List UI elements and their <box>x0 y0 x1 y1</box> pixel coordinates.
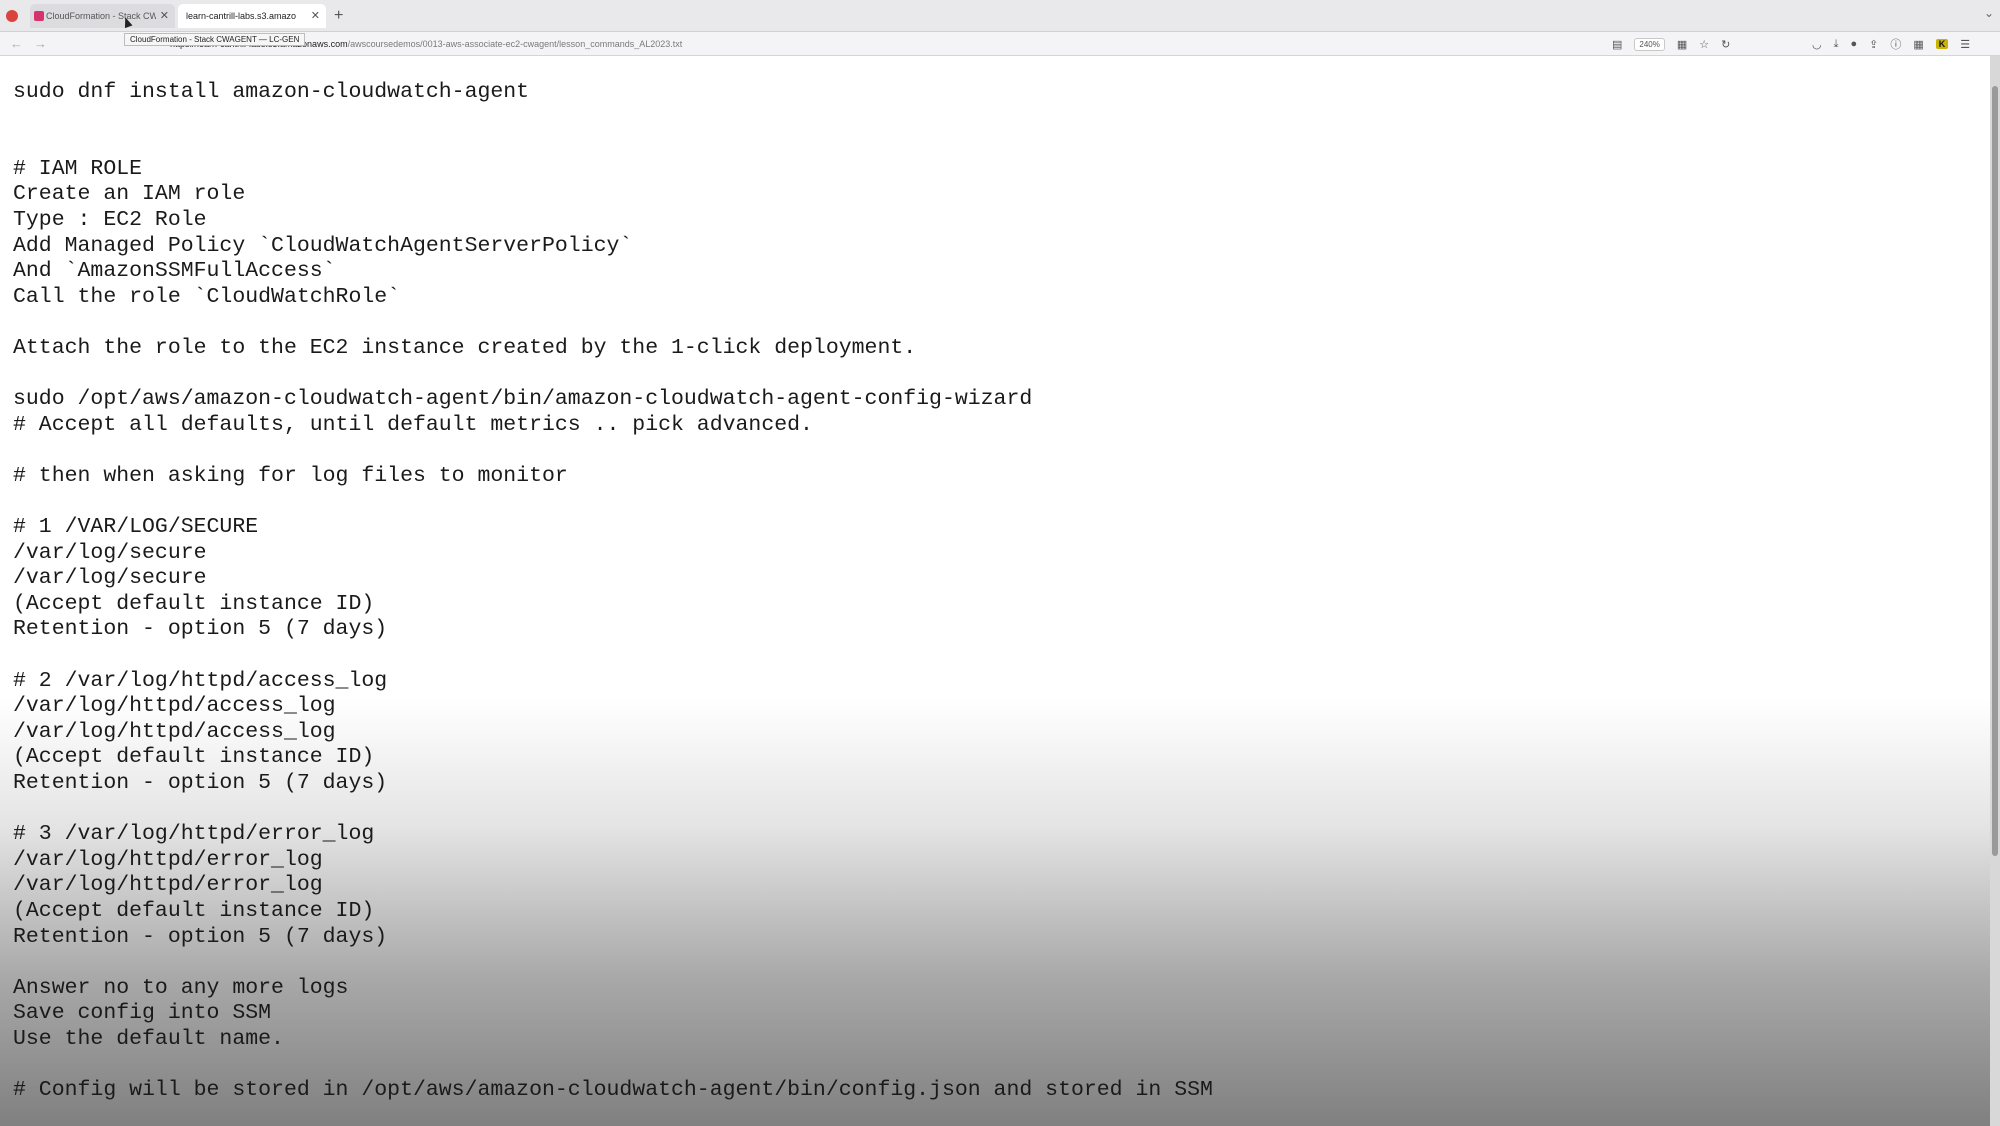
info-icon[interactable]: ⓘ <box>1890 36 1901 52</box>
tab-label: learn-cantrill-labs.s3.amazonaws.com <box>186 11 296 21</box>
pocket-icon[interactable]: ◡ <box>1812 38 1822 51</box>
text-line <box>13 106 1990 132</box>
text-line: sudo dnf install amazon-cloudwatch-agent <box>13 80 530 104</box>
text-line: /var/log/secure <box>13 566 207 591</box>
new-tab-button[interactable]: + <box>334 4 343 28</box>
reload-icon[interactable]: ↻ <box>1721 38 1730 51</box>
text-line: Type : EC2 Role <box>13 207 207 232</box>
app-menu-icon[interactable] <box>6 10 18 22</box>
text-document: sudo dnf install amazon-cloudwatch-agent… <box>0 56 1990 1104</box>
tab-label: CloudFormation - Stack CWAGENT <box>46 11 156 21</box>
text-line <box>13 950 1990 976</box>
text-line: # 2 /var/log/httpd/access_log <box>13 668 388 693</box>
text-line: Use the default name. <box>13 1026 284 1051</box>
text-line: # then when asking for log files to moni… <box>13 463 568 488</box>
text-line <box>13 797 1990 823</box>
text-line: Attach the role to the EC2 instance crea… <box>13 335 917 360</box>
scrollbar-thumb[interactable] <box>1992 86 1998 856</box>
account-icon[interactable]: ● <box>1850 38 1857 50</box>
text-line: Save config into SSM <box>13 1001 272 1026</box>
text-line <box>13 310 1990 336</box>
extensions-grid-icon[interactable]: ▦ <box>1677 38 1687 51</box>
tab-cloudformation[interactable]: CloudFormation - Stack CWAGENT ✕ <box>30 4 175 28</box>
reader-view-icon[interactable]: ▤ <box>1612 38 1622 51</box>
close-tab-icon[interactable]: ✕ <box>311 4 320 28</box>
text-line: # Config will be stored in /opt/aws/amaz… <box>13 1078 1213 1103</box>
page-toolbar: ▤ 240% ▦ ☆ ↻ <box>1612 32 1730 56</box>
text-line: (Accept default instance ID) <box>13 899 375 923</box>
tab-bar: CloudFormation - Stack CWAGENT ✕ learn-c… <box>0 0 2000 32</box>
extension-icon[interactable]: K <box>1935 39 1949 49</box>
tab-learn-cantrill-labs[interactable]: learn-cantrill-labs.s3.amazonaws.com ✕ <box>178 4 326 28</box>
text-line: Answer no to any more logs <box>13 975 349 1000</box>
text-line: /var/log/httpd/error_log <box>13 873 323 898</box>
text-line: (Accept default instance ID) <box>13 591 375 616</box>
cloudformation-favicon-icon <box>34 11 44 21</box>
share-icon[interactable]: ⇪ <box>1869 38 1878 51</box>
close-tab-icon[interactable]: ✕ <box>160 4 169 28</box>
text-line: Call the role `CloudWatchRole` <box>13 284 401 309</box>
text-line <box>13 131 1990 157</box>
text-line: /var/log/httpd/access_log <box>13 694 336 719</box>
text-line: # 1 /VAR/LOG/SECURE <box>13 515 259 540</box>
back-arrow-icon[interactable]: ← <box>10 32 23 56</box>
zoom-level-button[interactable]: 240% <box>1634 37 1665 51</box>
url-path: /awscoursedemos/0013-aws-associate-ec2-c… <box>347 39 683 49</box>
text-line: # 3 /var/log/httpd/error_log <box>13 822 375 847</box>
text-line: # IAM ROLE <box>13 156 143 181</box>
apps-grid-icon[interactable]: ▦ <box>1913 38 1923 51</box>
text-line: /var/log/httpd/error_log <box>13 847 323 872</box>
forward-arrow-icon[interactable]: → <box>34 32 47 56</box>
page-content: sudo dnf install amazon-cloudwatch-agent… <box>0 56 1990 1126</box>
text-line: Create an IAM role <box>13 182 246 207</box>
text-line <box>13 643 1990 669</box>
text-line: Retention - option 5 (7 days) <box>13 924 388 949</box>
star-icon[interactable]: ☆ <box>1699 38 1709 51</box>
download-icon[interactable]: ⤓ <box>1834 38 1839 51</box>
browser-toolbar: ◡ ⤓ ● ⇪ ⓘ ▦ K ☰ <box>1812 32 1970 56</box>
text-line: Add Managed Policy `CloudWatchAgentServe… <box>13 233 633 258</box>
vertical-scrollbar[interactable] <box>1990 56 2000 1126</box>
text-line <box>13 1053 1990 1079</box>
text-line: And `AmazonSSMFullAccess` <box>13 259 336 284</box>
text-line <box>13 490 1990 516</box>
tab-tooltip: CloudFormation - Stack CWAGENT — LC-GEN <box>124 33 306 46</box>
chevron-down-icon[interactable]: ⌄ <box>1984 6 1994 20</box>
text-line: /var/log/secure <box>13 540 207 565</box>
text-line: Retention - option 5 (7 days) <box>13 771 388 796</box>
menu-icon[interactable]: ☰ <box>1960 38 1970 51</box>
text-line: /var/log/httpd/access_log <box>13 719 336 744</box>
text-line <box>13 362 1990 388</box>
text-line: # Accept all defaults, until default met… <box>13 412 813 437</box>
text-line: Retention - option 5 (7 days) <box>13 617 388 642</box>
text-line <box>13 438 1990 464</box>
text-line: (Accept default instance ID) <box>13 745 375 770</box>
text-line: sudo /opt/aws/amazon-cloudwatch-agent/bi… <box>13 387 1033 412</box>
